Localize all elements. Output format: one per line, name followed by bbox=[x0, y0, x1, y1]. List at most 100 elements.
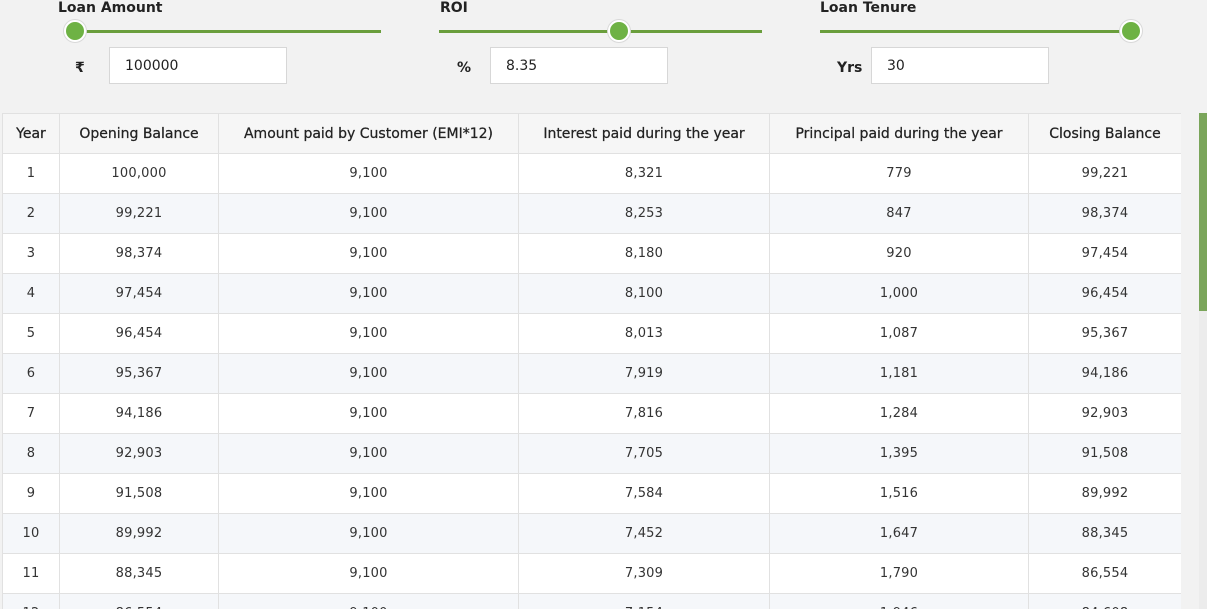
cell-principal-paid: 1,000 bbox=[769, 273, 1029, 314]
cell-year: 8 bbox=[2, 433, 60, 474]
cell-year: 6 bbox=[2, 353, 60, 394]
cell-opening-balance: 96,454 bbox=[59, 313, 219, 354]
cell-opening-balance: 92,903 bbox=[59, 433, 219, 474]
cell-opening-balance: 91,508 bbox=[59, 473, 219, 514]
emi-calculator-page: Loan Amount ₹ ROI % Loan Tenure Yrs bbox=[0, 0, 1207, 609]
cell-year: 2 bbox=[2, 193, 60, 234]
cell-interest-paid: 8,013 bbox=[518, 313, 770, 354]
cell-closing-balance: 96,454 bbox=[1028, 273, 1181, 314]
cell-interest-paid: 7,705 bbox=[518, 433, 770, 474]
table-row: 10 89,992 9,100 7,452 1,647 88,345 bbox=[2, 513, 1181, 554]
cell-principal-paid: 1,516 bbox=[769, 473, 1029, 514]
header-opening-balance: Opening Balance bbox=[59, 113, 219, 154]
cell-principal-paid: 1,181 bbox=[769, 353, 1029, 394]
cell-principal-paid: 1,647 bbox=[769, 513, 1029, 554]
loan-tenure-slider-track[interactable] bbox=[820, 30, 1142, 33]
cell-amount-paid: 9,100 bbox=[218, 193, 519, 234]
cell-opening-balance: 86,554 bbox=[59, 593, 219, 609]
cell-closing-balance: 86,554 bbox=[1028, 553, 1181, 594]
table-scrollbar-thumb[interactable] bbox=[1199, 113, 1207, 311]
table-row: 11 88,345 9,100 7,309 1,790 86,554 bbox=[2, 553, 1181, 594]
cell-interest-paid: 7,309 bbox=[518, 553, 770, 594]
percent-unit: % bbox=[457, 60, 472, 76]
header-closing-balance: Closing Balance bbox=[1028, 113, 1181, 154]
amortization-table: Year Opening Balance Amount paid by Cust… bbox=[2, 113, 1181, 609]
cell-year: 7 bbox=[2, 393, 60, 434]
table-row: 4 97,454 9,100 8,100 1,000 96,454 bbox=[2, 273, 1181, 314]
years-unit: Yrs bbox=[837, 60, 863, 76]
cell-interest-paid: 7,584 bbox=[518, 473, 770, 514]
cell-opening-balance: 97,454 bbox=[59, 273, 219, 314]
table-body: 1 100,000 9,100 8,321 779 99,221 2 99,221 9,100… bbox=[2, 153, 1181, 609]
cell-year: 4 bbox=[2, 273, 60, 314]
roi-slider[interactable] bbox=[439, 20, 762, 42]
loan-tenure-label: Loan Tenure bbox=[820, 0, 917, 16]
table-row: 8 92,903 9,100 7,705 1,395 91,508 bbox=[2, 433, 1181, 474]
cell-year: 1 bbox=[2, 153, 60, 194]
cell-year: 5 bbox=[2, 313, 60, 354]
cell-opening-balance: 94,186 bbox=[59, 393, 219, 434]
table-row: 5 96,454 9,100 8,013 1,087 95,367 bbox=[2, 313, 1181, 354]
cell-year: 12 bbox=[2, 593, 60, 609]
cell-closing-balance: 84,608 bbox=[1028, 593, 1181, 609]
cell-amount-paid: 9,100 bbox=[218, 153, 519, 194]
cell-amount-paid: 9,100 bbox=[218, 593, 519, 609]
cell-opening-balance: 89,992 bbox=[59, 513, 219, 554]
cell-principal-paid: 1,790 bbox=[769, 553, 1029, 594]
cell-closing-balance: 88,345 bbox=[1028, 513, 1181, 554]
table-scrollbar[interactable] bbox=[1199, 113, 1207, 609]
loan-amount-slider-track[interactable] bbox=[64, 30, 381, 33]
cell-principal-paid: 847 bbox=[769, 193, 1029, 234]
loan-amount-slider[interactable] bbox=[64, 20, 381, 42]
cell-year: 9 bbox=[2, 473, 60, 514]
roi-input[interactable] bbox=[490, 47, 668, 84]
cell-amount-paid: 9,100 bbox=[218, 553, 519, 594]
loan-tenure-slider[interactable] bbox=[820, 20, 1142, 42]
cell-amount-paid: 9,100 bbox=[218, 353, 519, 394]
loan-tenure-slider-thumb[interactable] bbox=[1120, 20, 1142, 42]
table-row: 9 91,508 9,100 7,584 1,516 89,992 bbox=[2, 473, 1181, 514]
loan-amount-slider-thumb[interactable] bbox=[64, 20, 86, 42]
cell-amount-paid: 9,100 bbox=[218, 433, 519, 474]
table-row: 7 94,186 9,100 7,816 1,284 92,903 bbox=[2, 393, 1181, 434]
cell-principal-paid: 1,946 bbox=[769, 593, 1029, 609]
amortization-table-container[interactable]: Year Opening Balance Amount paid by Cust… bbox=[2, 113, 1181, 609]
header-amount-paid: Amount paid by Customer (EMI*12) bbox=[218, 113, 519, 154]
cell-interest-paid: 7,452 bbox=[518, 513, 770, 554]
table-row: 3 98,374 9,100 8,180 920 97,454 bbox=[2, 233, 1181, 274]
cell-opening-balance: 98,374 bbox=[59, 233, 219, 274]
roi-slider-thumb[interactable] bbox=[607, 20, 630, 42]
table-row: 1286,5549,1007,1541,94684,608 bbox=[2, 593, 1181, 609]
cell-principal-paid: 920 bbox=[769, 233, 1029, 274]
cell-interest-paid: 8,321 bbox=[518, 153, 770, 194]
cell-closing-balance: 94,186 bbox=[1028, 353, 1181, 394]
cell-interest-paid: 8,253 bbox=[518, 193, 770, 234]
loan-tenure-input[interactable] bbox=[871, 47, 1049, 84]
table-row: 2 99,221 9,100 8,253 847 98,374 bbox=[2, 193, 1181, 234]
cell-amount-paid: 9,100 bbox=[218, 513, 519, 554]
cell-interest-paid: 8,180 bbox=[518, 233, 770, 274]
header-interest-paid: Interest paid during the year bbox=[518, 113, 770, 154]
cell-opening-balance: 95,367 bbox=[59, 353, 219, 394]
roi-slider-track[interactable] bbox=[439, 30, 762, 33]
cell-closing-balance: 98,374 bbox=[1028, 193, 1181, 234]
table-row: 6 95,367 9,100 7,919 1,181 94,186 bbox=[2, 353, 1181, 394]
loan-amount-input[interactable] bbox=[109, 47, 287, 84]
cell-principal-paid: 1,284 bbox=[769, 393, 1029, 434]
cell-opening-balance: 88,345 bbox=[59, 553, 219, 594]
cell-year: 11 bbox=[2, 553, 60, 594]
cell-closing-balance: 89,992 bbox=[1028, 473, 1181, 514]
table-header-row: Year Opening Balance Amount paid by Cust… bbox=[2, 113, 1181, 154]
cell-closing-balance: 97,454 bbox=[1028, 233, 1181, 274]
cell-interest-paid: 7,816 bbox=[518, 393, 770, 434]
cell-amount-paid: 9,100 bbox=[218, 473, 519, 514]
rupee-unit: ₹ bbox=[75, 60, 85, 76]
cell-closing-balance: 95,367 bbox=[1028, 313, 1181, 354]
cell-year: 3 bbox=[2, 233, 60, 274]
cell-closing-balance: 92,903 bbox=[1028, 393, 1181, 434]
cell-opening-balance: 99,221 bbox=[59, 193, 219, 234]
cell-amount-paid: 9,100 bbox=[218, 233, 519, 274]
cell-closing-balance: 99,221 bbox=[1028, 153, 1181, 194]
header-principal-paid: Principal paid during the year bbox=[769, 113, 1029, 154]
cell-interest-paid: 7,919 bbox=[518, 353, 770, 394]
